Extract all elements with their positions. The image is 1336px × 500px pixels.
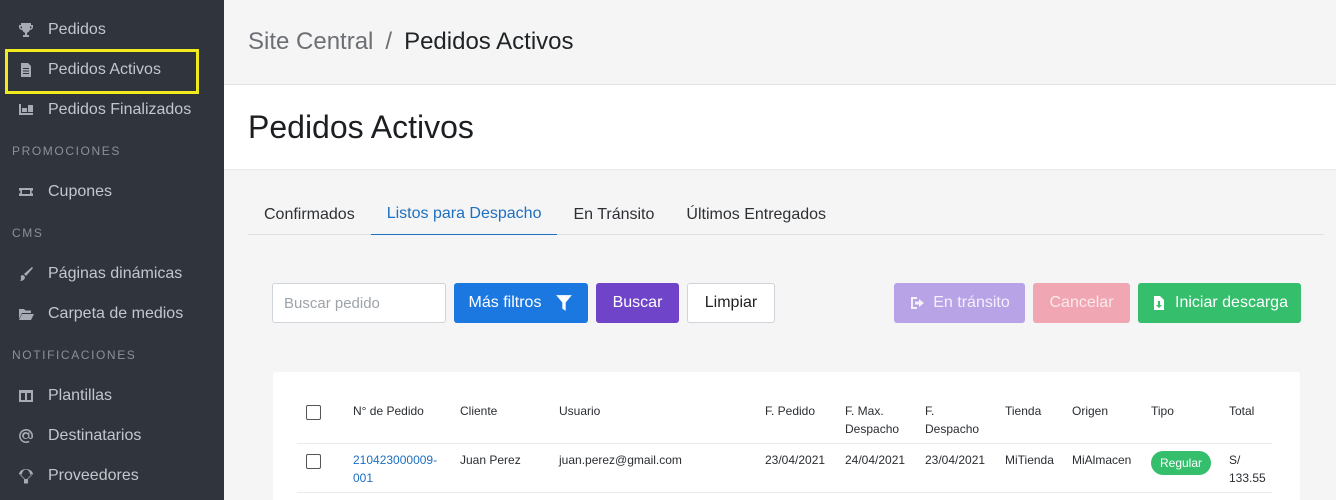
column-header-dispatch-date-line1: F.	[925, 404, 935, 418]
ticket-icon	[16, 182, 36, 202]
sign-out-icon	[911, 297, 925, 309]
paint-brush-icon	[16, 264, 36, 284]
breadcrumb: Site Central / Pedidos Activos	[224, 0, 1336, 85]
folder-open-icon	[16, 304, 36, 324]
cell-total: S/ 133.55	[1229, 451, 1266, 487]
sidebar: Pedidos Pedidos Activos Pedidos Finaliza…	[0, 0, 224, 500]
sidebar-item-label: Cupones	[48, 183, 113, 200]
sidebar-item-proveedores[interactable]: Proveedores	[0, 456, 224, 496]
sidebar-item-cupones[interactable]: Cupones	[0, 172, 224, 212]
sidebar-item-label: Plantillas	[48, 387, 113, 404]
tab-en-transito[interactable]: En Tránsito	[557, 194, 670, 235]
sidebar-item-paginas-dinamicas[interactable]: Páginas dinámicas	[0, 254, 224, 294]
column-header-origin[interactable]: Origen	[1072, 402, 1108, 420]
search-button[interactable]: Buscar	[596, 283, 679, 323]
tab-listos-para-despacho[interactable]: Listos para Despacho	[370, 194, 558, 235]
clear-button[interactable]: Limpiar	[687, 283, 775, 323]
select-all-checkbox[interactable]	[306, 405, 321, 420]
cancel-button[interactable]: Cancelar	[1033, 283, 1130, 323]
cell-order-date: 23/04/2021	[765, 453, 826, 467]
search-input[interactable]	[272, 283, 446, 323]
sidebar-item-pedidos[interactable]: Pedidos	[0, 10, 224, 50]
boxes-icon	[16, 100, 36, 120]
cell-origin: MiAlmacen	[1072, 453, 1132, 467]
column-header-total[interactable]: Total	[1229, 402, 1254, 420]
cell-dispatch-date: 23/04/2021	[925, 453, 986, 467]
trophy-icon	[16, 20, 36, 40]
sidebar-item-label: Pedidos	[48, 21, 106, 38]
column-header-max-dispatch-line2: Despacho	[845, 422, 900, 436]
sidebar-item-pedidos-activos[interactable]: Pedidos Activos	[0, 50, 224, 90]
at-icon	[16, 426, 36, 446]
sidebar-item-plantillas[interactable]: Plantillas	[0, 376, 224, 416]
breadcrumb-separator: /	[385, 28, 393, 55]
start-download-label: Iniciar descarga	[1175, 294, 1288, 311]
sidebar-item-label: Pedidos Finalizados	[48, 101, 192, 118]
in-transit-button[interactable]: En tránsito	[894, 283, 1025, 323]
tab-ultimos-entregados[interactable]: Últimos Entregados	[670, 194, 842, 235]
cell-max-dispatch: 24/04/2021	[845, 453, 906, 467]
column-header-store[interactable]: Tienda	[1005, 402, 1041, 420]
row-checkbox[interactable]	[306, 454, 321, 469]
section-notificaciones: NOTIFICACIONES	[12, 348, 137, 362]
sidebar-item-label: Carpeta de medios	[48, 305, 184, 322]
sidebar-item-label: Destinatarios	[48, 427, 142, 444]
order-number-line1: 210423000009-	[353, 453, 438, 467]
sidebar-item-destinatarios[interactable]: Destinatarios	[0, 416, 224, 456]
more-filters-label: Más filtros	[468, 294, 542, 311]
page-header: Pedidos Activos	[224, 85, 1336, 170]
column-header-order-date[interactable]: F. Pedido	[765, 402, 815, 420]
column-header-client[interactable]: Cliente	[460, 402, 497, 420]
sidebar-item-pedidos-finalizados[interactable]: Pedidos Finalizados	[0, 90, 224, 130]
cell-store: MiTienda	[1005, 453, 1054, 467]
order-number-line2: 001	[353, 471, 374, 485]
cell-total-currency: S/	[1229, 453, 1241, 467]
column-header-user[interactable]: Usuario	[559, 402, 600, 420]
sidebar-item-label: Pedidos Activos	[48, 61, 161, 78]
tab-bar: Confirmados Listos para Despacho En Trán…	[248, 194, 1324, 235]
column-header-order-no[interactable]: N° de Pedido	[353, 402, 424, 420]
sidebar-item-label: Proveedores	[48, 467, 139, 484]
file-download-icon	[1154, 296, 1165, 310]
cell-user: juan.perez@gmail.com	[559, 453, 682, 467]
order-number-link[interactable]: 210423000009- 001	[353, 451, 437, 487]
column-header-dispatch-date-line2: Despacho	[925, 422, 980, 436]
document-icon	[16, 60, 36, 80]
breadcrumb-root-link[interactable]: Site Central	[248, 28, 373, 56]
row-divider	[297, 492, 1272, 493]
tab-confirmados[interactable]: Confirmados	[248, 194, 371, 235]
parachute-box-icon	[16, 466, 36, 486]
sidebar-item-label: Páginas dinámicas	[48, 265, 183, 282]
start-download-button[interactable]: Iniciar descarga	[1138, 283, 1301, 323]
column-header-max-dispatch[interactable]: F. Max. Despacho	[845, 402, 899, 438]
more-filters-button[interactable]: Más filtros	[454, 283, 588, 323]
in-transit-label: En tránsito	[933, 294, 1010, 311]
header-divider	[297, 443, 1272, 444]
columns-icon	[16, 386, 36, 406]
column-header-max-dispatch-line1: F. Max.	[845, 404, 884, 418]
page-title: Pedidos Activos	[248, 108, 474, 145]
section-promociones: PROMOCIONES	[12, 144, 121, 158]
column-header-type[interactable]: Tipo	[1151, 402, 1174, 420]
breadcrumb-current: Pedidos Activos	[404, 28, 574, 55]
type-badge: Regular	[1151, 451, 1211, 475]
column-header-dispatch-date[interactable]: F. Despacho	[925, 402, 979, 438]
cell-total-amount: 133.55	[1229, 471, 1266, 485]
sidebar-item-carpeta-medios[interactable]: Carpeta de medios	[0, 294, 224, 334]
cell-client: Juan Perez	[460, 453, 521, 467]
filter-icon	[556, 295, 573, 311]
section-cms: CMS	[12, 226, 44, 240]
